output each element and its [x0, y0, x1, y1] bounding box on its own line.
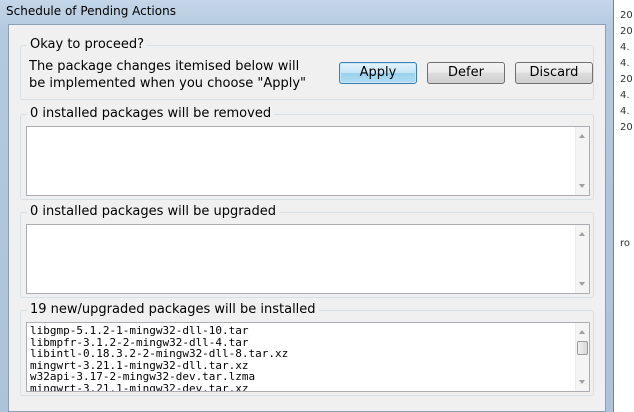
upgraded-group: 0 installed packages will be upgraded [20, 204, 594, 298]
removed-group: 0 installed packages will be removed [20, 106, 594, 200]
scroll-up-arrow-icon[interactable] [579, 330, 585, 334]
scrollbar-thumb[interactable] [577, 341, 588, 355]
scroll-down-arrow-icon[interactable] [579, 380, 585, 384]
upgraded-packages-list[interactable] [26, 224, 590, 294]
proceed-message: The package changes itemised below will … [29, 59, 307, 91]
scroll-up-arrow-icon[interactable] [579, 232, 585, 236]
list-item[interactable]: mingwrt-3.21.1-mingw32-dev.tar.xz [30, 382, 589, 391]
window-title: Schedule of Pending Actions [6, 4, 176, 18]
proceed-group-label: Okay to proceed? [27, 37, 148, 53]
list-item[interactable]: libintl-0.18.3.2-2-mingw32-dll-8.tar.xz [30, 348, 589, 360]
list-item[interactable]: w32api-3.17-2-mingw32-dev.tar.lzma [30, 371, 589, 383]
removed-group-label: 0 installed packages will be removed [27, 106, 275, 122]
scroll-up-arrow-icon[interactable] [579, 134, 585, 138]
removed-packages-list[interactable] [26, 126, 590, 196]
pending-actions-dialog: Schedule of Pending Actions Okay to proc… [0, 0, 614, 412]
installed-group-label: 19 new/upgraded packages will be install… [27, 302, 319, 318]
dialog-client-area: Okay to proceed? The package changes ite… [8, 24, 606, 412]
installed-group: 19 new/upgraded packages will be install… [20, 302, 594, 396]
discard-button[interactable]: Discard [515, 62, 593, 84]
scroll-down-arrow-icon[interactable] [579, 184, 585, 188]
scroll-down-arrow-icon[interactable] [579, 282, 585, 286]
installed-packages-items: libgmp-5.1.2-1-mingw32-dll-10.tar libmpf… [27, 323, 589, 391]
installed-list-scrollbar[interactable] [575, 323, 589, 391]
list-item[interactable]: libgmp-5.1.2-1-mingw32-dll-10.tar [30, 325, 589, 337]
installed-packages-list[interactable]: libgmp-5.1.2-1-mingw32-dll-10.tar libmpf… [26, 322, 590, 392]
background-window-edge: 20 20 4. 4. 20 4. 4. 20 ro [614, 0, 634, 412]
defer-button[interactable]: Defer [427, 62, 505, 84]
upgraded-list-scrollbar[interactable] [575, 225, 589, 293]
proceed-group: Okay to proceed? The package changes ite… [20, 37, 594, 100]
title-bar[interactable]: Schedule of Pending Actions [0, 0, 614, 26]
removed-list-scrollbar[interactable] [575, 127, 589, 195]
upgraded-group-label: 0 installed packages will be upgraded [27, 204, 280, 220]
apply-button[interactable]: Apply [339, 62, 417, 84]
